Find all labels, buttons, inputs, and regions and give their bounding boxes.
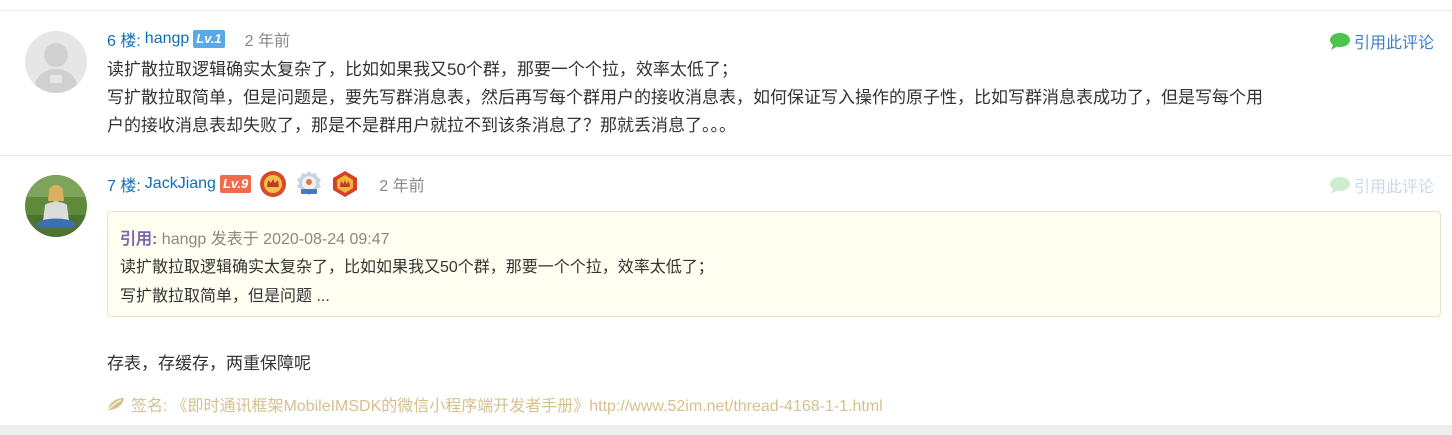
bottom-bar — [0, 425, 1452, 435]
post7-meta: 7 楼: JackJiang Lv.9 2 年前 — [107, 170, 425, 198]
post6-content: 读扩散拉取逻辑确实太复杂了，比如如果我又50个群，那要一个个拉，效率太低了； 写… — [107, 56, 1437, 140]
signature-link[interactable]: 《即时通讯框架MobileIMSDK的微信小程序端开发者手册》http://ww… — [171, 392, 882, 416]
quote-text-line: 写扩散拉取简单，但是问题 ... — [120, 288, 330, 305]
quote-comment-label: 引用此评论 — [1353, 35, 1434, 52]
post6-meta: 6 楼: hangp Lv.1 2 年前 — [107, 28, 290, 50]
quote-comment-label: 引用此评论 — [1353, 179, 1434, 196]
quote-header: 引用: hangp 发表于 2020-08-24 09:47 — [120, 225, 390, 249]
quote-author-line: hangp 发表于 2020-08-24 09:47 — [161, 231, 390, 248]
top-divider — [0, 10, 1452, 11]
post-time: 2 年前 — [379, 178, 425, 195]
quote-comment-button[interactable]: 引用此评论 — [1329, 173, 1434, 197]
quote-text-line: 读扩散拉取逻辑确实太复杂了，比如如果我又50个群，那要一个个拉，效率太低了； — [120, 259, 714, 276]
user-photo-avatar-icon — [25, 175, 87, 237]
signature-label: 签名: — [131, 398, 168, 415]
silver-medal-icon[interactable] — [295, 170, 323, 198]
king-medal-icon[interactable] — [331, 170, 359, 198]
post-divider — [0, 155, 1452, 156]
avatar-jackjiang[interactable] — [25, 175, 87, 237]
post-time: 2 年前 — [244, 33, 290, 50]
reply-text: 存表，存缓存，两重保障呢 — [107, 354, 311, 373]
username-link[interactable]: hangp — [145, 30, 190, 48]
crown-medal-icon[interactable] — [259, 170, 287, 198]
speech-bubble-icon — [1329, 177, 1350, 194]
signature: 签名: 《即时通讯框架MobileIMSDK的微信小程序端开发者手册》http:… — [107, 392, 883, 416]
floor-number: 7 楼: — [107, 178, 141, 195]
default-avatar-icon — [25, 31, 87, 93]
avatar-hangp[interactable] — [25, 31, 87, 93]
quote-comment-button[interactable]: 引用此评论 — [1329, 29, 1434, 53]
leaf-icon — [108, 398, 124, 410]
quote-label: 引用: — [120, 231, 158, 248]
floor-number: 6 楼: — [107, 33, 141, 50]
username-link[interactable]: JackJiang — [145, 175, 216, 193]
quoted-comment-box: 引用: hangp 发表于 2020-08-24 09:47 读扩散拉取逻辑确实… — [107, 211, 1441, 317]
speech-bubble-icon — [1329, 33, 1350, 50]
level-badge: Lv.9 — [219, 175, 252, 193]
content-line: 写扩散拉取简单，但是问题是，要先写群消息表，然后再写每个群用户的接收消息表，如何… — [107, 88, 1263, 107]
level-badge: Lv.1 — [193, 30, 225, 48]
content-line: 读扩散拉取逻辑确实太复杂了，比如如果我又50个群，那要一个个拉，效率太低了； — [107, 60, 738, 79]
content-line: 户的接收消息表却失败了，那是不是群用户就拉不到该条消息了？那就丢消息了。。。 — [107, 116, 736, 135]
